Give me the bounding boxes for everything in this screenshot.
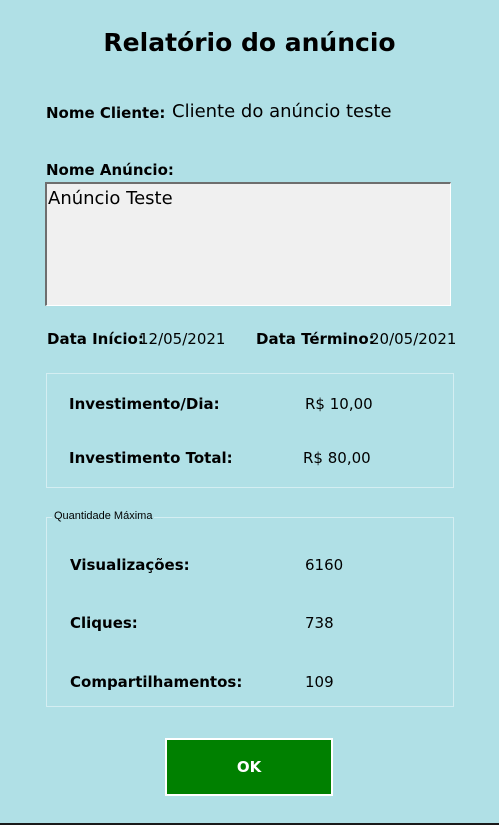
investment-group	[46, 373, 454, 488]
client-name-label: Nome Cliente:	[46, 104, 166, 122]
page-title: Relatório do anúncio	[103, 28, 396, 57]
start-date-label: Data Início:	[47, 330, 144, 348]
total-investment-value: R$ 80,00	[303, 449, 371, 467]
max-quantity-legend: Quantidade Máxima	[52, 510, 155, 522]
ok-button[interactable]: OK	[165, 738, 333, 796]
clicks-value: 738	[305, 614, 334, 632]
client-name-value: Cliente do anúncio teste	[172, 101, 392, 122]
daily-investment-label: Investimento/Dia:	[69, 395, 220, 413]
ad-name-textbox[interactable]: Anúncio Teste	[45, 182, 451, 306]
ad-name-value: Anúncio Teste	[48, 188, 173, 209]
views-value: 6160	[305, 556, 344, 574]
ad-name-label: Nome Anúncio:	[46, 161, 174, 179]
start-date-value: 12/05/2021	[139, 330, 226, 348]
shares-label: Compartilhamentos:	[70, 673, 243, 691]
total-investment-label: Investimento Total:	[69, 449, 233, 467]
daily-investment-value: R$ 10,00	[305, 395, 373, 413]
clicks-label: Cliques:	[70, 614, 138, 632]
shares-value: 109	[305, 673, 334, 691]
end-date-value: 20/05/2021	[370, 330, 457, 348]
end-date-label: Data Término:	[256, 330, 375, 348]
ad-report-window: { "window": { "title": "Relatório do anú…	[0, 0, 499, 825]
views-label: Visualizações:	[70, 556, 190, 574]
